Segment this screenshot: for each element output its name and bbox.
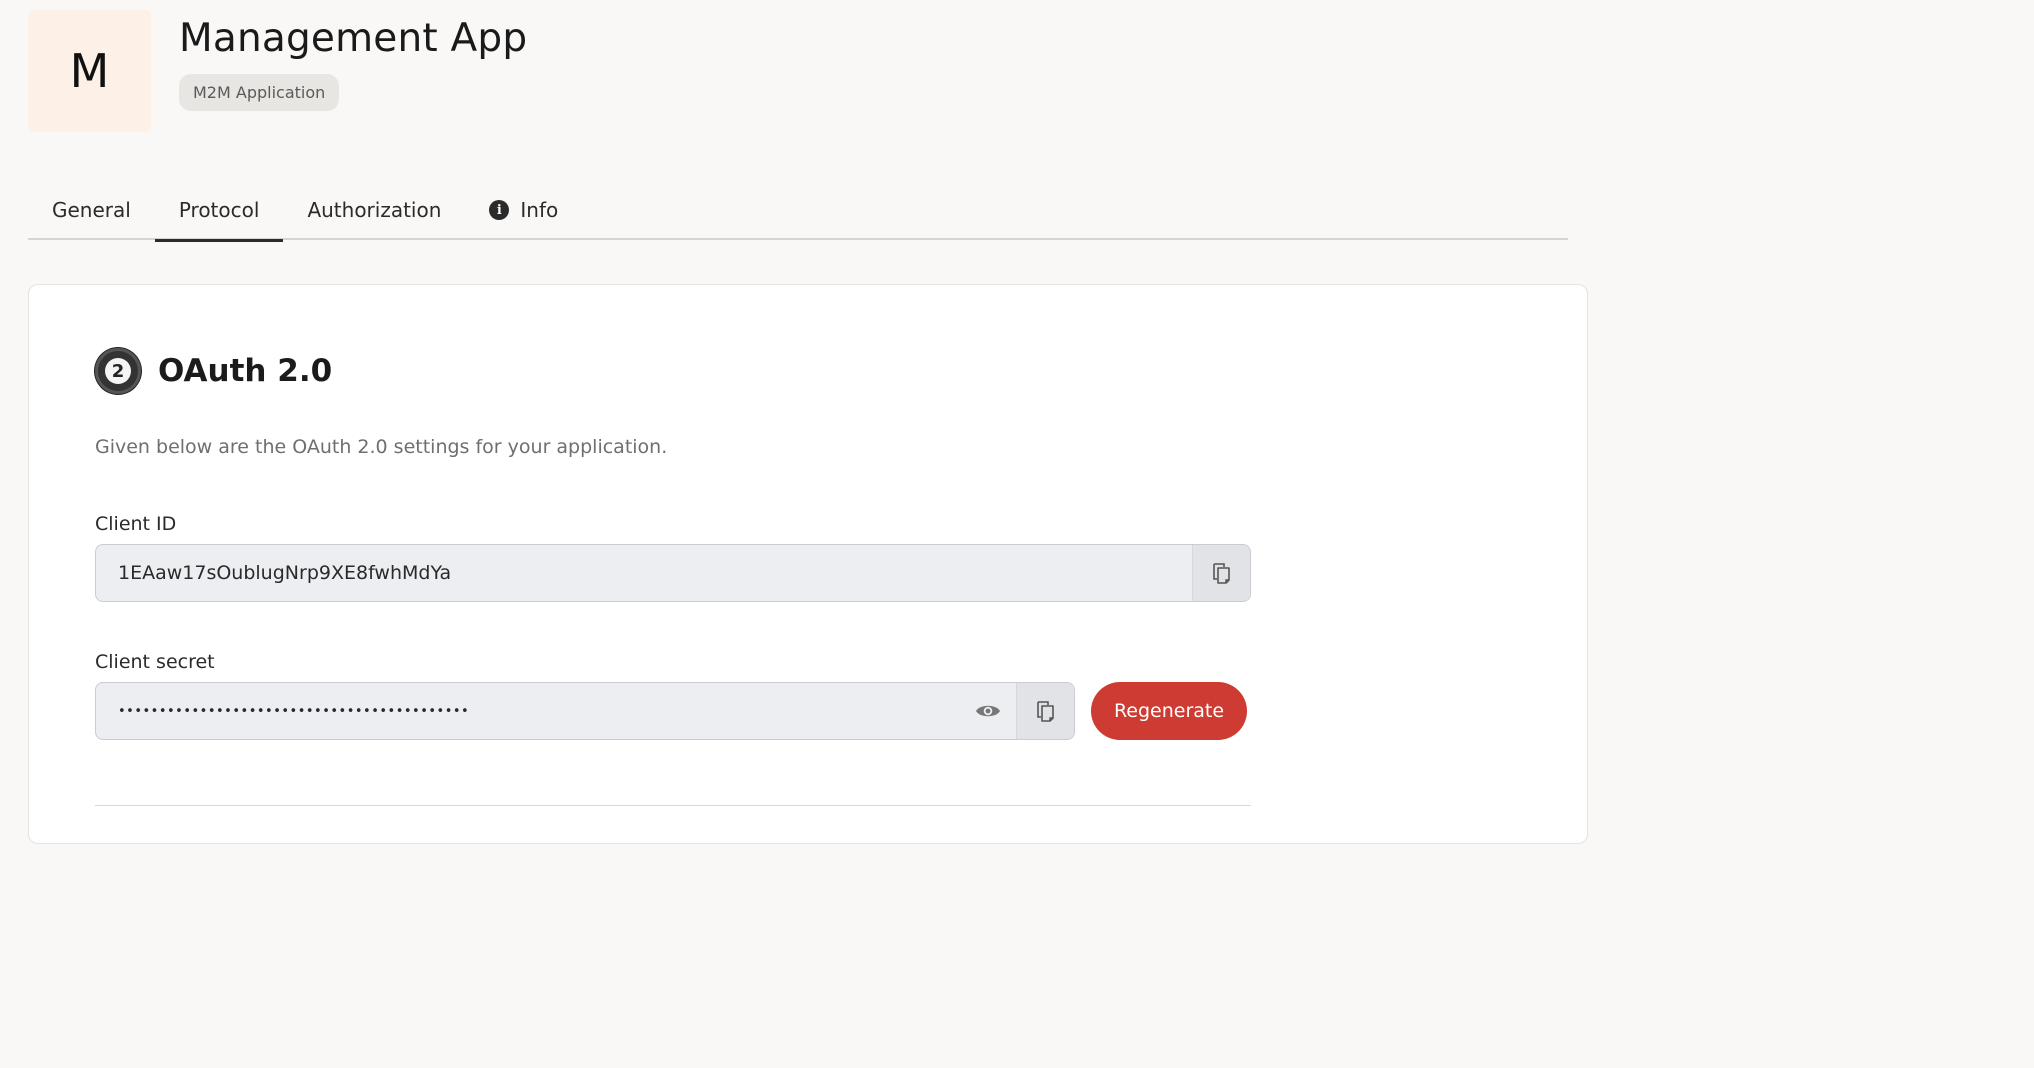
show-secret-button[interactable] [960, 683, 1016, 739]
page-title: Management App [179, 16, 528, 61]
tab-authorization[interactable]: Authorization [283, 180, 465, 240]
tab-label: General [52, 198, 131, 222]
oauth-logo-number: 2 [105, 358, 131, 384]
client-id-field[interactable]: 1EAaw17sOublugNrp9XE8fwhMdYa [95, 544, 1251, 602]
regenerate-button[interactable]: Regenerate [1091, 682, 1247, 740]
avatar: M [28, 10, 151, 132]
copy-icon [1212, 563, 1230, 584]
section-title: OAuth 2.0 [158, 353, 333, 389]
tab-label: Info [520, 198, 559, 222]
app-header: M Management App M2M Application [28, 10, 527, 132]
tab-label: Authorization [307, 198, 442, 222]
copy-icon [1036, 701, 1054, 722]
oauth-section-header: 2 OAuth 2.0 [95, 348, 332, 394]
copy-client-secret-button[interactable] [1016, 683, 1074, 739]
app-type-badge: M2M Application [179, 74, 340, 111]
client-secret-value: ••••••••••••••••••••••••••••••••••••••••… [118, 703, 470, 719]
client-secret-label: Client secret [95, 651, 215, 673]
copy-client-id-button[interactable] [1192, 545, 1250, 601]
section-divider [95, 805, 1251, 806]
client-secret-field[interactable]: ••••••••••••••••••••••••••••••••••••••••… [95, 682, 1075, 740]
tab-label: Protocol [178, 198, 260, 222]
tab-info[interactable]: i Info [465, 180, 582, 240]
oauth-logo-icon: 2 [95, 348, 141, 394]
tab-bar: General Protocol Authorization i Info [28, 180, 1568, 242]
info-icon: i [489, 200, 510, 220]
protocol-card: 2 OAuth 2.0 Given below are the OAuth 2.… [28, 284, 1588, 844]
section-description: Given below are the OAuth 2.0 settings f… [95, 436, 668, 458]
tab-general[interactable]: General [28, 180, 155, 240]
client-id-label: Client ID [95, 513, 177, 535]
tab-protocol[interactable]: Protocol [154, 180, 284, 242]
eye-icon [976, 705, 1000, 717]
title-block: Management App M2M Application [179, 10, 527, 111]
client-id-value: 1EAaw17sOublugNrp9XE8fwhMdYa [118, 562, 452, 584]
